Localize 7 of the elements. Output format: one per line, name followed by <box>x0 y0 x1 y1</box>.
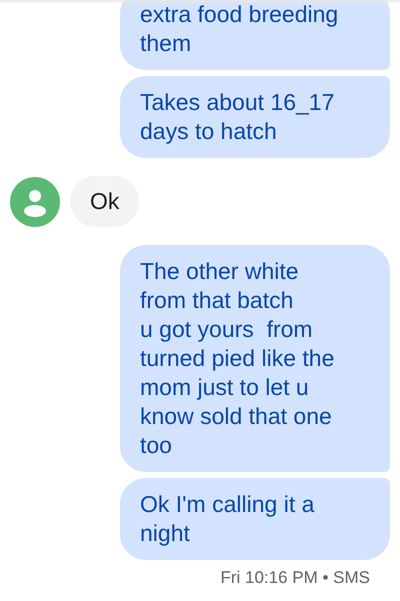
message-bubble: The other white from that batch u got yours from turned pied like the mom just to let u know sold that one too <box>120 245 390 472</box>
message-bubble: Ok I'm calling it a night <box>120 478 390 560</box>
message-bubble: extra food breeding them <box>120 0 390 70</box>
message-bubble: Ok <box>70 176 140 227</box>
message-bubble: Takes about 16_17 days to hatch <box>120 76 390 158</box>
avatar-icon <box>10 176 60 226</box>
message-timestamp: Fri 10:16 PM • SMS <box>220 568 371 588</box>
